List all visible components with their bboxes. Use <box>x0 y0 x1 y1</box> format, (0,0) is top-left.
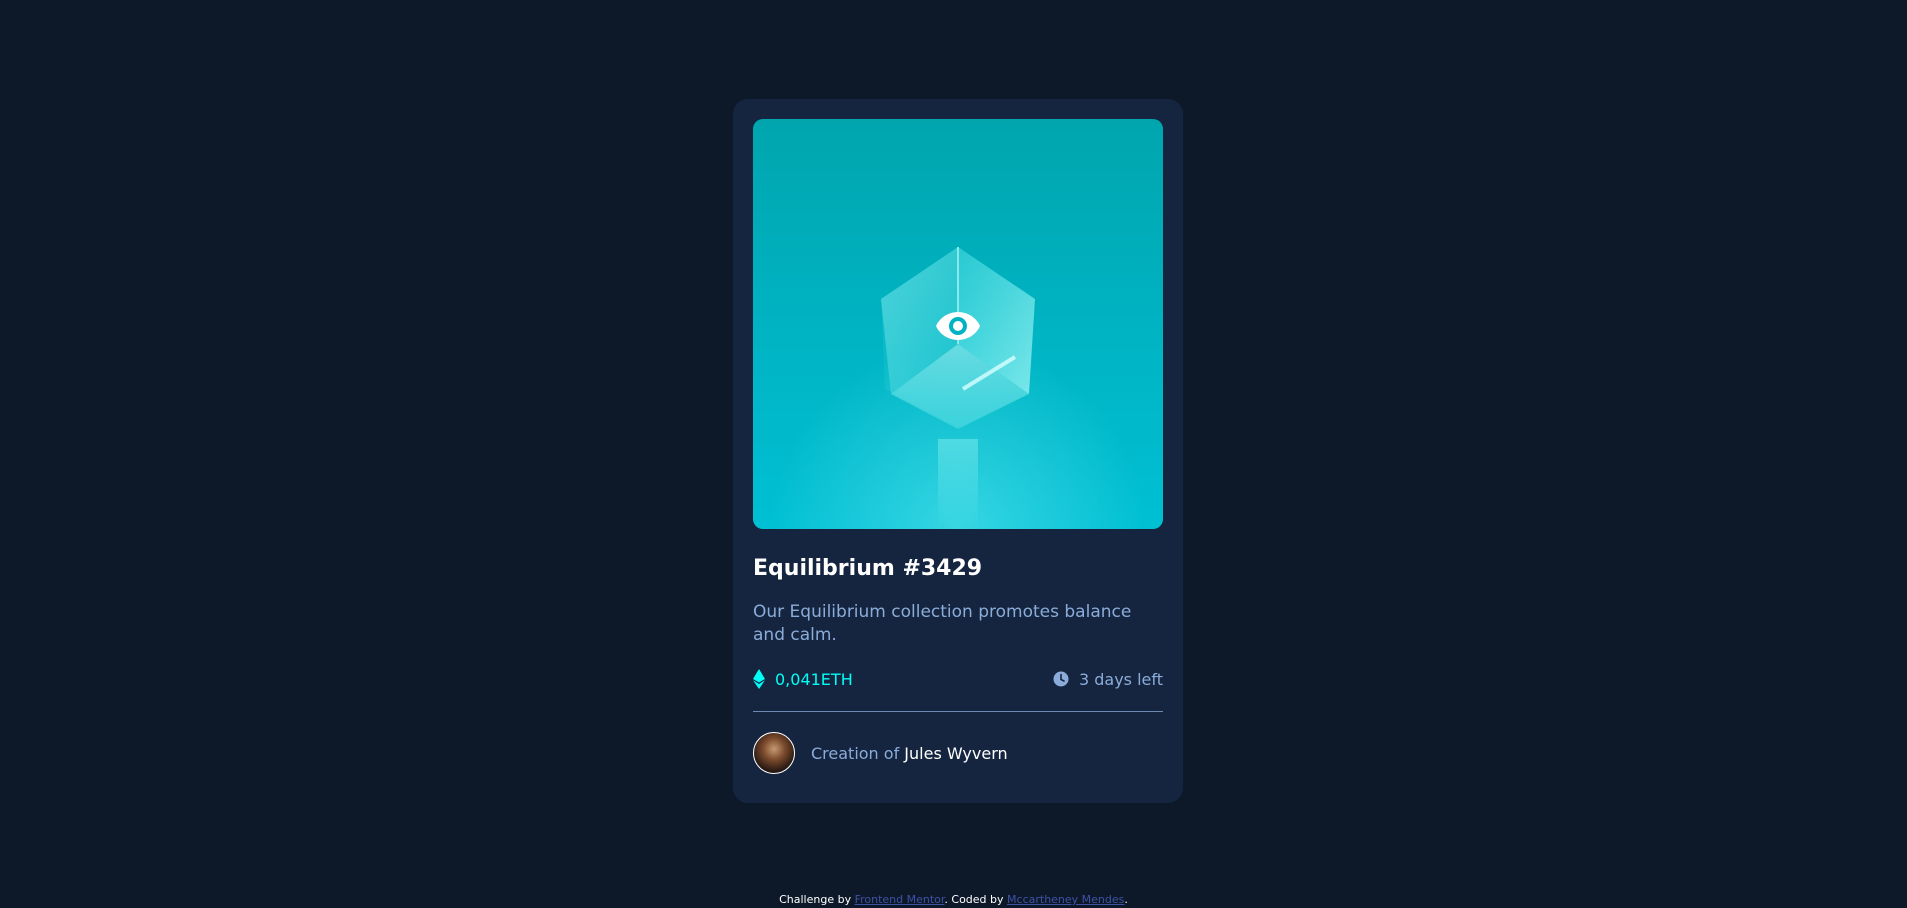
ethereum-icon <box>753 669 765 689</box>
nft-meta: 0,041ETH 3 days left <box>753 667 1163 691</box>
nft-description: Our Equilibrium collection promotes bala… <box>753 602 1132 645</box>
coded-prefix: . Coded by <box>944 893 1004 906</box>
price-value: 0,041ETH <box>775 669 853 689</box>
creator-prefix: Creation of <box>811 743 900 763</box>
nft-title[interactable]: Equilibrium #3429 <box>753 555 1163 583</box>
eye-icon <box>936 312 980 340</box>
author-link[interactable]: Mccartheney Mendes <box>1007 893 1124 906</box>
creator-name-link[interactable]: Jules Wyvern <box>904 744 1007 763</box>
attribution-suffix: . <box>1124 893 1128 906</box>
nft-card: Equilibrium #3429 Our Equilibrium collec… <box>733 99 1183 803</box>
price: 0,041ETH <box>753 669 853 689</box>
attribution: Challenge by Frontend Mentor. Coded by M… <box>0 893 1907 906</box>
creator-row: Creation of Jules Wyvern <box>753 732 1163 774</box>
avatar <box>753 732 795 774</box>
nft-image[interactable] <box>753 119 1163 529</box>
challenge-prefix: Challenge by <box>779 893 852 906</box>
time-remaining: 3 days left <box>1053 670 1163 689</box>
divider <box>753 711 1163 712</box>
creator-text: Creation of Jules Wyvern <box>811 744 1008 763</box>
time-left-value: 3 days left <box>1078 669 1163 689</box>
frontend-mentor-link[interactable]: Frontend Mentor <box>855 893 945 906</box>
page: Equilibrium #3429 Our Equilibrium collec… <box>0 0 1907 908</box>
clock-icon <box>1053 671 1069 687</box>
